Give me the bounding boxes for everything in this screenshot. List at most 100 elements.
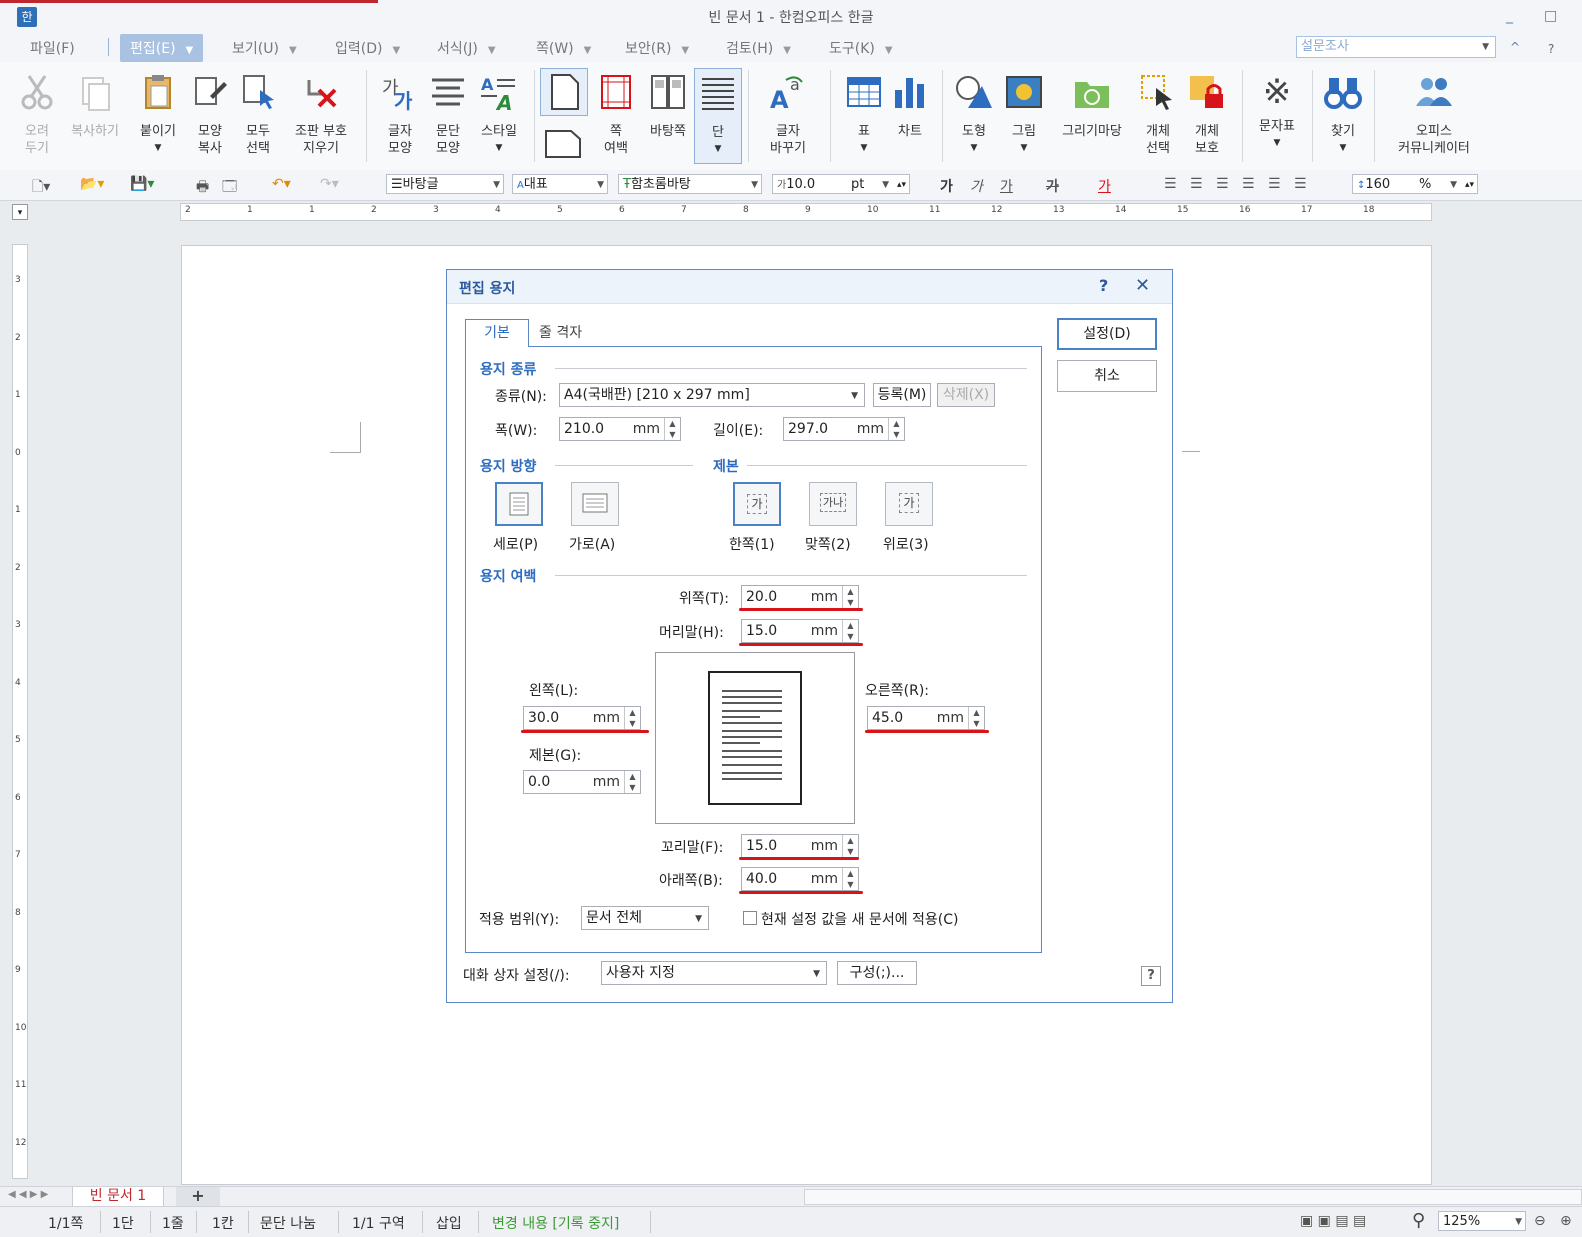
- char-shape-button[interactable]: 가가 글자 모양: [378, 72, 422, 157]
- menu-page[interactable]: 쪽(W) ▼: [536, 38, 591, 58]
- align-left-icon[interactable]: ☰: [1190, 176, 1203, 192]
- ruler-toggle-button[interactable]: ▾: [12, 204, 28, 220]
- menu-format[interactable]: 서식(J) ▼: [437, 38, 496, 58]
- document-tab[interactable]: 빈 문서 1: [72, 1187, 164, 1207]
- table-button[interactable]: 표 ▼: [844, 72, 884, 157]
- find-button[interactable]: 찾기 ▼: [1322, 72, 1364, 157]
- add-tab-button[interactable]: +: [176, 1187, 220, 1207]
- minimize-button[interactable]: _: [1506, 8, 1513, 24]
- tab-scroll-arrows[interactable]: ◀ ◀ ▶ ▶: [8, 1189, 48, 1200]
- ok-button[interactable]: 설정(D): [1057, 318, 1157, 350]
- chart-button[interactable]: 차트: [890, 72, 930, 140]
- menu-review[interactable]: 검토(H) ▼: [726, 38, 791, 58]
- language-select[interactable]: A대표 ▼: [512, 174, 608, 194]
- gutter-margin-input[interactable]: 0.0 mm ▲ ▼: [523, 770, 641, 794]
- menu-security[interactable]: 보안(R) ▼: [625, 38, 689, 58]
- underline-button[interactable]: 가: [1000, 176, 1013, 196]
- zoom-in-icon[interactable]: ⊕: [1560, 1213, 1572, 1229]
- strikethrough-button[interactable]: 가: [1046, 176, 1059, 196]
- help-icon[interactable]: ?: [1548, 42, 1554, 56]
- page-margin-button[interactable]: 쪽 여백: [594, 72, 638, 157]
- menu-edit[interactable]: 편집(E) ▼: [120, 34, 204, 62]
- menu-view[interactable]: 보기(U) ▼: [232, 38, 297, 58]
- menu-file[interactable]: 파일(F): [30, 38, 75, 58]
- font-color-button[interactable]: 가: [1098, 176, 1111, 196]
- survey-dropdown[interactable]: 설문조사 ▼: [1296, 36, 1496, 58]
- length-input[interactable]: 297.0 mm ▲ ▼: [783, 417, 905, 441]
- format-copy-button[interactable]: 모양 복사: [188, 72, 232, 157]
- status-track-changes[interactable]: 변경 내용 [기록 중지]: [492, 1213, 619, 1233]
- save-icon[interactable]: 💾▾: [130, 176, 154, 192]
- menu-tools[interactable]: 도구(K) ▼: [829, 38, 893, 58]
- header-margin-input[interactable]: 15.0 mm ▲ ▼: [741, 619, 859, 643]
- dialog-settings-select[interactable]: 사용자 지정 ▼: [601, 961, 827, 985]
- bold-button[interactable]: 가: [940, 176, 953, 196]
- vertical-ruler[interactable]: 3 2 1 0 1 2 3 4 5 6 7 8 9 10 11 12: [12, 244, 28, 1179]
- portrait-page-button[interactable]: [540, 68, 588, 116]
- landscape-option[interactable]: [571, 482, 619, 526]
- tab-line-grid[interactable]: 줄 격자: [539, 322, 582, 342]
- dialog-close-button[interactable]: ✕: [1135, 275, 1150, 296]
- paste-button[interactable]: 붙이기 ▼: [134, 72, 182, 157]
- align-split-icon[interactable]: ☰: [1294, 176, 1307, 192]
- symbols-button[interactable]: ※ 문자표 ▼: [1252, 72, 1302, 152]
- right-margin-input[interactable]: 45.0 mm ▲ ▼: [867, 706, 985, 730]
- align-justify-icon[interactable]: ☰: [1164, 176, 1177, 192]
- undo-icon[interactable]: ↶▾: [272, 176, 291, 192]
- italic-button[interactable]: 가: [970, 176, 983, 196]
- drawing-market-button[interactable]: 그리기마당: [1054, 72, 1130, 140]
- left-margin-input[interactable]: 30.0 mm ▲ ▼: [523, 706, 641, 730]
- master-page-button[interactable]: 바탕쪽: [644, 72, 692, 140]
- view-mode-icons[interactable]: ▣ ▣ ▤ ▤: [1300, 1213, 1366, 1229]
- zoom-out-icon[interactable]: ⊖: [1534, 1213, 1546, 1229]
- binding-facing-option[interactable]: 가나: [809, 482, 857, 526]
- horizontal-scrollbar[interactable]: [804, 1189, 1582, 1205]
- object-select-button[interactable]: 개체 선택: [1138, 72, 1178, 157]
- landscape-page-button[interactable]: [540, 122, 586, 162]
- apply-new-doc-checkbox[interactable]: [743, 911, 757, 925]
- para-shape-button[interactable]: 문단 모양: [426, 72, 470, 157]
- select-all-button[interactable]: 모두 선택: [236, 72, 280, 157]
- style-select[interactable]: ☰바탕글 ▼: [386, 174, 504, 194]
- footer-margin-input[interactable]: 15.0 mm ▲ ▼: [741, 834, 859, 858]
- apply-range-select[interactable]: 문서 전체 ▼: [581, 906, 709, 930]
- column-button[interactable]: 단 ▼: [694, 68, 742, 164]
- align-right-icon[interactable]: ☰: [1242, 176, 1255, 192]
- change-char-button[interactable]: Aa 글자 바꾸기: [758, 72, 818, 157]
- align-distribute-icon[interactable]: ☰: [1268, 176, 1281, 192]
- zoom-icon[interactable]: ⚲: [1412, 1210, 1425, 1231]
- paper-type-select[interactable]: A4(국배판) [210 x 297 mm] ▼: [559, 383, 865, 407]
- style-button[interactable]: AA 스타일 ▼: [474, 72, 524, 157]
- object-protect-button[interactable]: 개체 보호: [1184, 72, 1230, 157]
- width-input[interactable]: 210.0 mm ▲ ▼: [559, 417, 681, 441]
- cancel-button[interactable]: 취소: [1057, 360, 1157, 392]
- align-center-icon[interactable]: ☰: [1216, 176, 1229, 192]
- print-icon[interactable]: 🖶: [196, 176, 209, 200]
- cut-button[interactable]: 오려 두기: [16, 72, 58, 157]
- ribbon-collapse-icon[interactable]: ^: [1510, 40, 1520, 54]
- menu-insert[interactable]: 입력(D) ▼: [335, 38, 400, 58]
- office-communicator-button[interactable]: 오피스 커뮤니케이터: [1386, 72, 1482, 157]
- tab-basic[interactable]: 기본: [465, 319, 529, 347]
- binding-top-option[interactable]: 가: [885, 482, 933, 526]
- open-folder-icon[interactable]: 📂▾: [80, 176, 104, 192]
- new-document-icon[interactable]: 🗋▾: [32, 176, 50, 200]
- print-preview-icon[interactable]: 🗔: [222, 176, 237, 200]
- config-button[interactable]: 구성(;)...: [837, 961, 917, 985]
- binding-one-side-option[interactable]: 가: [733, 482, 781, 526]
- portrait-option[interactable]: [495, 482, 543, 526]
- picture-button[interactable]: 그림 ▼: [1004, 72, 1044, 157]
- copy-button[interactable]: 복사하기: [64, 72, 126, 140]
- top-margin-input[interactable]: 20.0 mm ▲ ▼: [741, 585, 859, 609]
- font-size-input[interactable]: 가10.0 pt ▼ ▴▾: [772, 174, 910, 194]
- font-select[interactable]: Ŧ함초롬바탕 ▼: [618, 174, 762, 194]
- dialog-help-button[interactable]: ?: [1099, 276, 1108, 295]
- register-button[interactable]: 등록(M): [873, 383, 931, 407]
- shape-button[interactable]: 도형 ▼: [952, 72, 996, 157]
- dialog-help-corner-button[interactable]: ?: [1141, 966, 1161, 986]
- status-insert-mode[interactable]: 삽입: [436, 1213, 462, 1233]
- zoom-select[interactable]: 125% ▼: [1438, 1211, 1526, 1231]
- clear-marks-button[interactable]: 조판 부호 지우기: [286, 72, 356, 157]
- line-spacing-input[interactable]: ↕160% ▼ ▴▾: [1352, 174, 1478, 194]
- horizontal-ruler[interactable]: 2 1 1 2 3 4 5 6 7 8 9 10 11 12 13 14 15 16 17 18: [180, 203, 1432, 221]
